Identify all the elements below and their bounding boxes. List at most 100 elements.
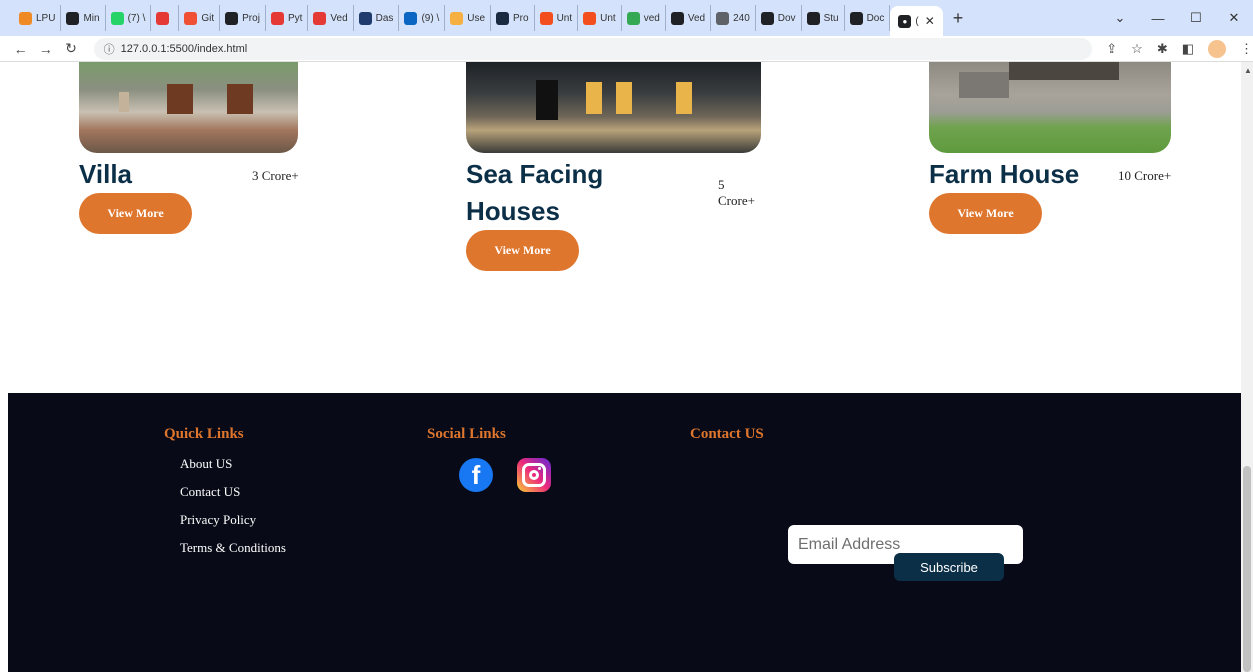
toolbar-actions: ⇪ ☆ ✱ ◧ ⋮ — [1106, 39, 1253, 58]
browser-tab-label: Ved — [687, 12, 706, 24]
browser-tab-label: Unt — [556, 12, 573, 24]
linkedin-icon — [404, 11, 418, 25]
lpu-icon — [19, 11, 32, 25]
browser-tab-label: 240 — [733, 12, 750, 24]
github-icon — [225, 11, 239, 25]
browser-tab[interactable]: 240 — [711, 5, 756, 31]
github-icon — [670, 11, 684, 25]
browser-tab[interactable]: Proj — [220, 5, 266, 31]
browser-tab[interactable]: Pyt — [266, 5, 309, 31]
property-price-villa: 3 Crore+ — [252, 168, 299, 183]
drive-icon — [716, 11, 730, 25]
browser-tab[interactable]: ved — [622, 5, 666, 31]
figma-icon — [583, 11, 597, 25]
close-tab-icon[interactable]: ✕ — [925, 14, 935, 28]
view-more-button-farm-house[interactable]: View More — [929, 193, 1042, 234]
profile-avatar[interactable] — [1208, 39, 1227, 58]
property-title-sea-facing: Sea Facing Houses — [466, 156, 603, 230]
browser-tab-label: Stu — [823, 12, 839, 24]
extensions-icon[interactable]: ✱ — [1157, 41, 1168, 57]
scrollbar-thumb[interactable] — [1243, 466, 1251, 672]
facebook-icon[interactable]: f — [459, 458, 493, 492]
property-price-sea-facing: 5 Crore+ — [718, 177, 755, 209]
instagram-icon[interactable] — [517, 458, 551, 492]
browser-tab-label: Proj — [242, 12, 260, 24]
tab-search-icon[interactable]: ⌄ — [1101, 10, 1139, 26]
chrome-icon — [806, 11, 820, 25]
url-text: 127.0.0.1:5500/index.html — [120, 42, 248, 55]
window-controls: ⌄ — ☐ ✕ — [1101, 0, 1253, 36]
property-price-line2: Crore+ — [718, 193, 755, 208]
footer-link-privacy-policy[interactable]: Privacy Policy — [180, 512, 256, 528]
browser-tab-label: Doc — [866, 12, 885, 24]
minimize-icon[interactable]: — — [1139, 11, 1177, 26]
site-info-icon[interactable]: ⓘ — [104, 41, 115, 57]
browser-tab[interactable]: Use — [445, 5, 492, 31]
scroll-up-icon[interactable]: ▲ — [1244, 66, 1252, 75]
git-icon — [184, 11, 198, 25]
record-icon — [156, 11, 170, 25]
property-title-line2: Houses — [466, 196, 560, 226]
page-scrollbar[interactable]: ▲ — [1241, 62, 1253, 672]
chrome-icon — [849, 11, 863, 25]
browser-tab-label: ved — [643, 12, 660, 24]
contact-us-heading: Contact US — [690, 426, 764, 442]
browser-tab-label: Pro — [513, 12, 529, 24]
browser-tab-label: Git — [201, 12, 215, 24]
browser-tab[interactable]: Min — [61, 5, 106, 31]
user-icon — [450, 11, 464, 25]
browser-tab[interactable]: Das — [354, 5, 400, 31]
profile-icon — [496, 11, 510, 25]
footer-link-about-us[interactable]: About US — [180, 456, 232, 472]
view-more-button-sea-facing[interactable]: View More — [466, 230, 579, 271]
browser-tab-label: Unt — [600, 12, 616, 24]
farm-house-image — [929, 62, 1171, 153]
active-tab[interactable]: ● ( ✕ — [890, 6, 943, 36]
browser-tab[interactable]: Doc — [845, 5, 891, 31]
download-icon — [760, 11, 774, 25]
view-more-button-villa[interactable]: View More — [79, 193, 192, 234]
browser-tab-label: (7) \ — [127, 12, 146, 24]
browser-tab[interactable]: Git — [179, 5, 221, 31]
side-panel-icon[interactable]: ◧ — [1182, 41, 1194, 57]
chrome-icon: ● — [898, 14, 912, 28]
browser-tab[interactable]: Unt — [578, 5, 622, 31]
browser-tab-label: Pyt — [287, 12, 303, 24]
property-title-farm-house: Farm House — [929, 159, 1080, 189]
footer-link-contact-us[interactable]: Contact US — [180, 484, 240, 500]
property-price-line1: 5 — [718, 177, 725, 192]
address-bar: ← → ↻ ⓘ 127.0.0.1:5500/index.html ⇪ ☆ ✱ … — [0, 36, 1253, 62]
active-tab-label: ( — [915, 15, 919, 27]
chrome-icon — [66, 11, 80, 25]
browser-tab[interactable]: Ved — [666, 5, 712, 31]
social-links-heading: Social Links — [427, 426, 506, 442]
quick-links-heading: Quick Links — [164, 426, 244, 442]
reload-icon[interactable]: ↻ — [58, 40, 83, 57]
browser-tab-label: Ved — [330, 12, 348, 24]
browser-tab[interactable]: Dov — [756, 5, 802, 31]
maximize-icon[interactable]: ☐ — [1177, 10, 1215, 26]
search-q-icon — [313, 11, 327, 25]
browser-tab[interactable]: LPU — [14, 5, 62, 31]
close-window-icon[interactable]: ✕ — [1215, 10, 1253, 26]
browser-tab[interactable]: Unt — [535, 5, 579, 31]
property-title-villa: Villa — [79, 159, 133, 189]
new-tab-icon[interactable]: + — [953, 8, 964, 29]
browser-tab[interactable] — [151, 5, 180, 31]
subscribe-button[interactable]: Subscribe — [894, 553, 1004, 581]
footer-link-terms-conditions[interactable]: Terms & Conditions — [180, 540, 286, 556]
whatsapp-icon — [110, 11, 124, 25]
browser-tab[interactable]: (9) \ — [399, 5, 446, 31]
forward-icon[interactable]: → — [33, 41, 58, 57]
footer: Quick Links About US Contact US Privacy … — [8, 393, 1241, 672]
browser-tab[interactable]: (7) \ — [106, 5, 152, 31]
bookmark-star-icon[interactable]: ☆ — [1131, 41, 1143, 57]
share-icon[interactable]: ⇪ — [1106, 41, 1117, 57]
figma-icon — [539, 11, 553, 25]
url-field[interactable]: ⓘ 127.0.0.1:5500/index.html — [93, 37, 1093, 60]
menu-icon[interactable]: ⋮ — [1240, 41, 1253, 57]
browser-tab[interactable]: Stu — [802, 5, 845, 31]
browser-tab[interactable]: Pro — [491, 5, 535, 31]
browser-tab[interactable]: Ved — [308, 5, 354, 31]
back-icon[interactable]: ← — [8, 41, 33, 57]
